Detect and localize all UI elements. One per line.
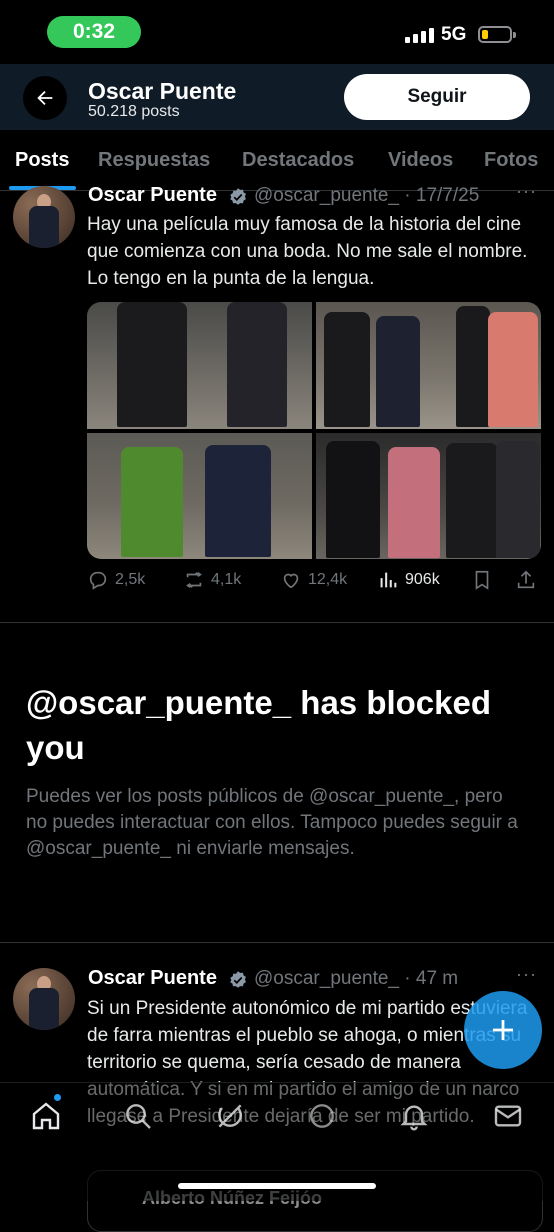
- tweet-media-grid[interactable]: [87, 302, 541, 559]
- media-photo[interactable]: [316, 302, 541, 429]
- views-button[interactable]: 906k: [377, 569, 440, 591]
- profile-tabs: Posts Respuestas Destacados Videos Fotos: [0, 130, 554, 191]
- media-photo[interactable]: [316, 432, 541, 559]
- bookmark-icon: [475, 570, 489, 590]
- profile-header: Oscar Puente 50.218 posts Seguir: [0, 64, 554, 130]
- more-options-icon[interactable]: ···: [516, 964, 537, 985]
- tweet-actions: 2,5k 4,1k 12,4k 906k: [87, 569, 541, 597]
- tweet-text: Hay una película muy famosa de la histor…: [87, 214, 528, 289]
- status-time: 0:32: [47, 16, 141, 48]
- share-button[interactable]: [515, 569, 537, 591]
- tab-respuestas[interactable]: Respuestas: [98, 149, 210, 172]
- reply-button[interactable]: 2,5k: [87, 569, 145, 591]
- repost-count: 4,1k: [211, 571, 242, 588]
- tweet-author-name[interactable]: Oscar Puente: [88, 184, 217, 207]
- notifications-icon[interactable]: [398, 1100, 430, 1132]
- compose-button[interactable]: [464, 991, 542, 1069]
- more-options-icon[interactable]: ···: [516, 181, 537, 202]
- divider: [0, 622, 554, 623]
- heart-icon: [283, 573, 299, 589]
- verified-badge-icon: [230, 188, 246, 205]
- like-count: 12,4k: [308, 571, 348, 588]
- tweet-handle-date: @oscar_puente_ · 47 m: [254, 968, 459, 989]
- repost-button[interactable]: 4,1k: [183, 569, 241, 591]
- views-icon: [380, 572, 397, 588]
- status-bar: 0:32 5G: [0, 0, 554, 64]
- reply-icon: [89, 571, 107, 590]
- battery-icon: [478, 26, 516, 43]
- home-icon[interactable]: [30, 1100, 62, 1132]
- messages-icon[interactable]: [492, 1100, 524, 1132]
- plus-icon: [493, 1020, 513, 1040]
- like-button[interactable]: 12,4k: [280, 569, 347, 591]
- avatar[interactable]: [13, 186, 75, 248]
- view-count: 906k: [405, 571, 440, 588]
- blocked-title: @oscar_puente_ has blocked you: [26, 684, 492, 766]
- follow-button[interactable]: Seguir: [344, 74, 530, 120]
- media-photo[interactable]: [87, 302, 312, 429]
- verified-badge-icon: [230, 971, 246, 988]
- arrow-left-icon: [37, 90, 53, 106]
- tweet-handle-date: @oscar_puente_ · 17/7/25: [254, 185, 480, 206]
- reply-count: 2,5k: [115, 571, 146, 588]
- grok-icon[interactable]: [214, 1100, 246, 1132]
- signal-icon: [405, 28, 434, 43]
- bookmark-button[interactable]: [471, 569, 493, 591]
- profile-name: Oscar Puente: [88, 78, 237, 104]
- communities-icon[interactable]: [306, 1100, 338, 1132]
- repost-icon: [186, 571, 202, 589]
- post-count: 50.218 posts: [88, 103, 180, 120]
- share-icon: [517, 570, 535, 589]
- network-type: 5G: [441, 24, 467, 45]
- tab-destacados[interactable]: Destacados: [242, 149, 354, 172]
- search-icon[interactable]: [122, 1100, 154, 1132]
- home-indicator: [178, 1183, 376, 1189]
- tab-videos[interactable]: Videos: [388, 149, 453, 172]
- tweet-author-name[interactable]: Oscar Puente: [88, 967, 217, 990]
- back-button[interactable]: [23, 76, 67, 120]
- avatar[interactable]: [13, 968, 75, 1030]
- divider: [0, 942, 554, 943]
- tab-fotos[interactable]: Fotos: [484, 149, 538, 172]
- notification-dot: [54, 1094, 61, 1101]
- blocked-description: Puedes ver los posts públicos de @oscar_…: [26, 786, 518, 859]
- tab-posts[interactable]: Posts: [15, 149, 69, 172]
- media-photo[interactable]: [87, 432, 312, 559]
